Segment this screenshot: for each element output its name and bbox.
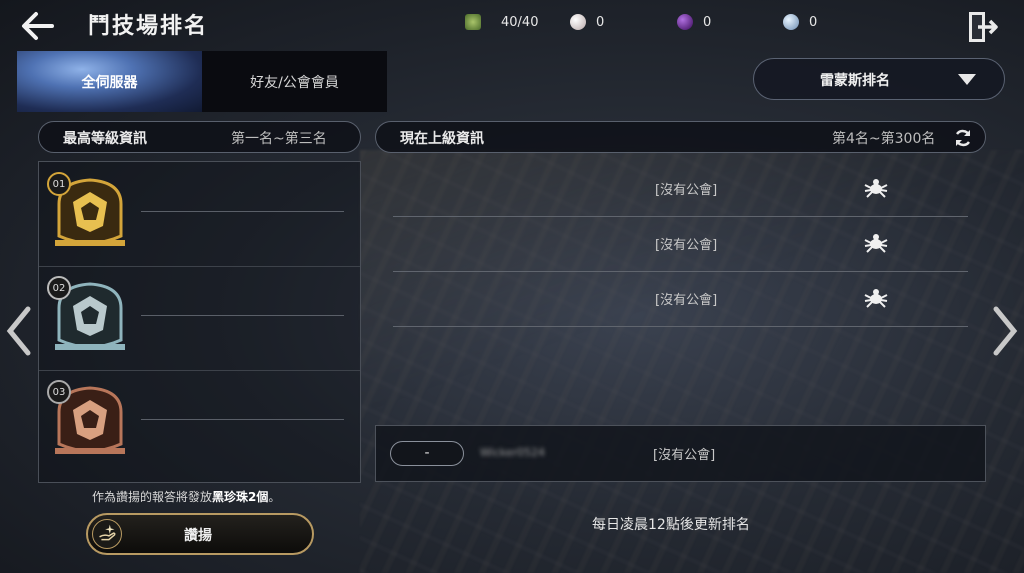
refresh-icon[interactable] (953, 128, 973, 148)
resource-value: 0 (703, 14, 712, 30)
name-placeholder-line (141, 211, 344, 212)
ant-class-icon (864, 234, 888, 253)
cheer-button[interactable]: 讚揚 (86, 513, 314, 555)
rank-list-title: 現在上級資訊 (400, 131, 484, 147)
resource-silver-coin: 0 (783, 12, 817, 32)
my-rank-row: - Wicker0524 [沒有公會] (375, 425, 986, 482)
cheer-button-label: 讚揚 (184, 528, 212, 544)
name-placeholder-line (141, 315, 344, 316)
resource-black-pearl: 0 (677, 12, 711, 32)
resource-white-pearl: 0 (570, 12, 604, 32)
tab-friends-guild[interactable]: 好友/公會會員 (202, 51, 387, 112)
cheer-hand-icon (92, 519, 122, 549)
previous-page-arrow-icon[interactable] (4, 305, 34, 357)
top-ranks-list: 01 02 03 (38, 161, 361, 483)
page-title: 鬥技場排名 (88, 14, 209, 39)
ranking-update-note: 每日凌晨12點後更新排名 (592, 517, 750, 533)
tab-label: 好友/公會會員 (250, 74, 339, 91)
rank-list-row[interactable]: [沒有公會] (393, 216, 968, 272)
top-rank-row-3[interactable]: 03 (39, 370, 360, 474)
black-pearl-icon (677, 14, 693, 30)
rank-list-row[interactable]: [沒有公會] (393, 271, 968, 327)
rank-number-badge: 03 (47, 380, 71, 404)
resource-arena-token: 40/40 (465, 12, 538, 32)
note-suffix: 。 (268, 490, 281, 504)
back-arrow-icon[interactable] (18, 8, 58, 44)
top-ranks-header: 最高等級資訊 第一名~第三名 (38, 121, 361, 153)
note-prefix: 作為讚揚的報答將發放 (92, 490, 213, 504)
rank-list-row[interactable]: [沒有公會] (393, 161, 968, 217)
rank-number-badge: 01 (47, 172, 71, 196)
resource-value: 40/40 (501, 14, 539, 30)
top-ranks-title: 最高等級資訊 (63, 131, 147, 147)
resource-value: 0 (596, 14, 605, 30)
name-placeholder-line (141, 419, 344, 420)
tab-label: 全伺服器 (81, 74, 138, 91)
guild-name: [沒有公會] (655, 293, 718, 308)
next-page-arrow-icon[interactable] (990, 305, 1020, 357)
top-ranks-range: 第一名~第三名 (231, 131, 327, 147)
ant-class-icon (864, 289, 888, 308)
top-rank-row-1[interactable]: 01 (39, 162, 360, 267)
dropdown-selected-label: 雷蒙斯排名 (820, 73, 890, 89)
guild-name: [沒有公會] (655, 183, 718, 198)
guild-name: [沒有公會] (655, 238, 718, 253)
cheer-reward-note: 作為讚揚的報答將發放黑珍珠2個。 (92, 488, 280, 505)
note-highlight: 黑珍珠2個 (212, 490, 269, 504)
silver-coin-icon (783, 14, 799, 30)
rank-number-badge: 02 (47, 276, 71, 300)
white-pearl-icon (570, 14, 586, 30)
my-player-name: Wicker0524 (480, 446, 546, 459)
my-guild-name: [沒有公會] (653, 448, 716, 463)
ant-class-icon (864, 179, 888, 198)
ranking-type-dropdown[interactable]: 雷蒙斯排名 (753, 58, 1005, 100)
rank-list-range: 第4名~第300名 (832, 131, 936, 147)
exit-icon[interactable] (966, 10, 1000, 44)
resource-value: 0 (809, 14, 818, 30)
tab-all-servers[interactable]: 全伺服器 (17, 51, 202, 112)
chevron-down-icon (958, 74, 976, 85)
rank-list-header: 現在上級資訊 第4名~第300名 (375, 121, 986, 153)
my-rank-badge: - (390, 441, 464, 466)
arena-token-icon (465, 14, 481, 30)
top-rank-row-2[interactable]: 02 (39, 266, 360, 371)
